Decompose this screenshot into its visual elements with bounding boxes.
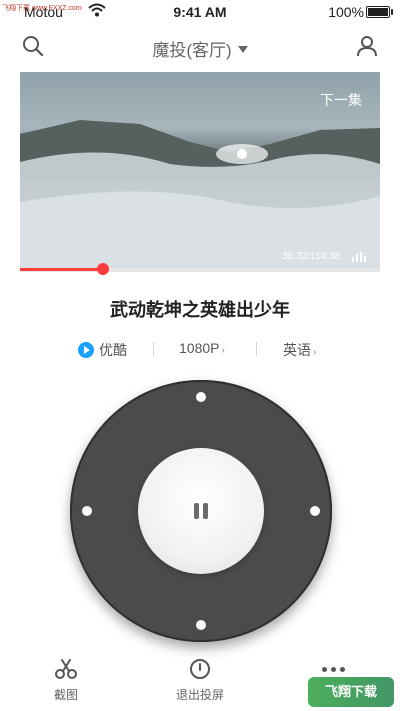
- exit-cast-label: 退出投屏: [175, 688, 224, 702]
- play-pause-button[interactable]: [138, 448, 264, 574]
- battery-percentage: 100%: [328, 4, 364, 20]
- source-label: 优酷: [99, 342, 127, 358]
- video-player[interactable]: 下一集 36:32/114:38: [20, 72, 380, 270]
- device-title: 魔投(客厅): [152, 41, 232, 60]
- remote-dpad[interactable]: [70, 380, 332, 642]
- youku-icon: [78, 342, 94, 358]
- next-episode-button[interactable]: 下一集: [320, 90, 362, 110]
- language-label: 英语: [283, 342, 311, 358]
- resolution-selector[interactable]: 1080P ›: [179, 340, 225, 356]
- header: 魔投(客厅): [0, 30, 400, 64]
- caret-down-icon: [237, 46, 248, 54]
- user-icon[interactable]: [356, 35, 378, 57]
- screenshot-label: 截图: [53, 688, 78, 702]
- battery-icon: [366, 6, 393, 18]
- language-selector[interactable]: 英语 ›: [283, 340, 316, 360]
- left-button[interactable]: [82, 506, 92, 516]
- exit-cast-button[interactable]: 退出投屏: [160, 658, 240, 703]
- down-button[interactable]: [196, 620, 206, 630]
- source-selector[interactable]: 优酷: [78, 340, 127, 360]
- divider: [256, 342, 257, 356]
- chevron-right-icon: ›: [313, 347, 317, 358]
- bottom-watermark: 飞翔下载: [308, 677, 394, 707]
- equalizer-icon: [352, 252, 366, 262]
- up-button[interactable]: [196, 392, 206, 402]
- chevron-right-icon: ›: [221, 345, 225, 356]
- scissors-icon: [55, 659, 77, 679]
- divider: [153, 342, 154, 356]
- pause-icon: [192, 503, 210, 519]
- video-title: 武动乾坤之英雄出少年: [110, 300, 290, 320]
- progress-fill: [20, 268, 103, 271]
- progress-handle[interactable]: [96, 263, 109, 275]
- resolution-label: 1080P: [179, 340, 220, 356]
- options-row: 优酷 1080P › 英语 ›: [0, 338, 400, 362]
- power-icon: [190, 659, 210, 679]
- status-bar: 飞翔下载 www.FXXZ.com Motou 9:41 AM 100%: [0, 0, 400, 24]
- progress-bar[interactable]: [20, 263, 380, 275]
- screenshot-button[interactable]: 截图: [26, 658, 106, 703]
- time-display: 36:32/114:38: [282, 251, 340, 262]
- right-button[interactable]: [310, 506, 320, 516]
- device-selector[interactable]: 魔投(客厅): [0, 36, 400, 61]
